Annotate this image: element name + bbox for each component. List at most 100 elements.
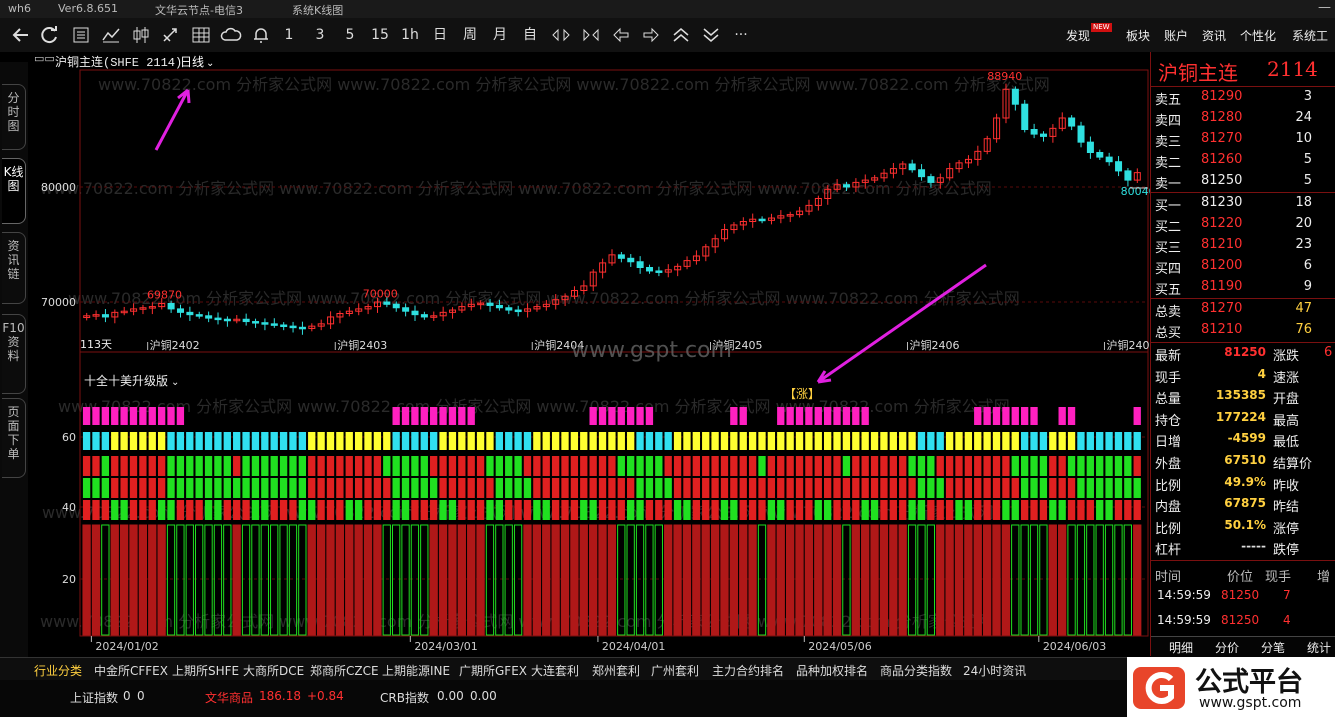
ind-bar-magenta <box>814 407 822 425</box>
nav-discover[interactable]: 发现 <box>1066 27 1090 44</box>
list-icon[interactable] <box>70 25 92 45</box>
ind-bar-mid2 <box>523 478 532 498</box>
category-tab[interactable]: 广期所GFEX <box>459 662 527 679</box>
panel-tab-detail[interactable]: 明细 <box>1169 639 1193 656</box>
ticks-header: 时间 价位 现手 增 <box>1151 564 1335 585</box>
panel-tab-price[interactable]: 分价 <box>1215 639 1239 656</box>
watermark-row: www.70822.com 分析家公式网 www.70822.com 分析家公式… <box>68 289 1020 308</box>
tab-intraday[interactable]: 分时图 <box>2 84 26 150</box>
chevron-up-icon[interactable] <box>670 25 692 45</box>
indicator-chevron-icon[interactable]: ⌄ <box>171 377 179 388</box>
period-custom[interactable]: 自 <box>520 25 540 45</box>
period-5[interactable]: 5 <box>341 25 359 45</box>
ind-bar-mid1 <box>777 456 785 476</box>
back-icon[interactable] <box>10 25 32 45</box>
ind-bar-mid1 <box>964 456 973 476</box>
ind-bar-mid1 <box>983 456 991 476</box>
period-1h[interactable]: 1h <box>399 25 421 45</box>
nav-personal[interactable]: 个性化 <box>1240 27 1276 44</box>
ind-bar-signal <box>739 432 747 450</box>
ind-bar-low <box>523 524 532 636</box>
ind-bar-mid3 <box>1039 500 1048 520</box>
ind-bar-mid3 <box>805 500 813 520</box>
stat-label: 比例 <box>1155 521 1182 537</box>
nav-account[interactable]: 账户 <box>1164 27 1188 44</box>
arrow-right-icon[interactable] <box>640 25 662 45</box>
candle-icon[interactable] <box>130 25 152 45</box>
candle-body <box>758 218 766 222</box>
period-15[interactable]: 15 <box>369 25 391 45</box>
category-tab[interactable]: 商品分类指数 <box>880 662 952 679</box>
draw-tool-icon[interactable] <box>160 25 182 45</box>
kline-chart[interactable]: www.70822.com 分析家公式网 www.70822.com 分析家公式… <box>28 52 1150 656</box>
nav-news[interactable]: 资讯 <box>1202 27 1226 44</box>
period-week[interactable]: 周 <box>460 25 480 45</box>
ind-bar-signal <box>655 432 663 450</box>
category-tab[interactable]: 郑州套利 <box>592 662 640 679</box>
tab-news-chain[interactable]: 资讯链 <box>2 232 26 304</box>
ind-bar-magenta <box>1030 407 1038 425</box>
tab-f10[interactable]: F10资料 <box>2 314 26 394</box>
ind-bar-signal <box>467 432 475 450</box>
compress-icon[interactable] <box>550 25 572 45</box>
category-tab[interactable]: 中金所CFFEX <box>94 662 168 679</box>
stat-value: 67875 <box>1224 496 1266 511</box>
contract-label: 沪铜2403 <box>337 338 387 352</box>
candle-body <box>270 323 278 326</box>
panel-tab-stats[interactable]: 统计 <box>1307 639 1331 656</box>
period-day[interactable]: 日 <box>430 25 450 45</box>
ind-bar-mid3 <box>917 500 926 520</box>
ind-bar-mid1 <box>861 456 869 476</box>
line-chart-icon[interactable] <box>100 25 122 45</box>
stat-row: 外盘 67510 结算价 <box>1151 451 1335 472</box>
ind-bar-mid3 <box>570 500 579 520</box>
expand-icon[interactable] <box>580 25 602 45</box>
stat-label: 持仓 <box>1155 413 1182 429</box>
indicator-name[interactable]: 十全十美升级版 <box>84 373 168 388</box>
category-tab[interactable]: 大商所DCE <box>243 662 304 679</box>
stat-right-value: 6 <box>1324 345 1333 360</box>
period-chevron-icon[interactable]: ⌄ <box>206 58 214 69</box>
ind-bar-mid2 <box>317 478 325 498</box>
category-tab[interactable]: 24小时资讯 <box>963 662 1026 679</box>
refresh-icon[interactable] <box>39 25 61 45</box>
stat-label: 内盘 <box>1155 500 1182 516</box>
ind-bar-mid3 <box>129 500 138 520</box>
ind-bar-mid2 <box>420 478 428 498</box>
chevron-down-icon[interactable] <box>700 25 722 45</box>
ind-bar-mid1 <box>392 456 400 476</box>
period-3[interactable]: 3 <box>311 25 329 45</box>
arrow-left-icon[interactable] <box>610 25 632 45</box>
ask-row-price: 81250 <box>1201 173 1243 188</box>
category-tab[interactable]: 品种加权排名 <box>796 662 868 679</box>
cloud-icon[interactable] <box>220 25 242 45</box>
nav-sector[interactable]: 板块 <box>1126 27 1150 44</box>
ind-bar-low <box>542 524 551 636</box>
category-tab[interactable]: 广州套利 <box>651 662 699 679</box>
period-month[interactable]: 月 <box>490 25 510 45</box>
chart-link-icon: ▭▭ <box>34 52 55 65</box>
minimize-icon[interactable]: — <box>1318 0 1331 15</box>
category-tab[interactable]: 主力合约排名 <box>712 662 784 679</box>
period-1[interactable]: 1 <box>280 25 298 45</box>
ind-bar-low <box>1123 524 1132 636</box>
ind-bar-signal <box>852 432 860 450</box>
tab-kline[interactable]: K线图 <box>2 158 26 224</box>
category-tab[interactable]: 上期所SHFE <box>172 662 239 679</box>
more-button[interactable]: ··· <box>730 25 752 45</box>
bid-row-label: 买四 <box>1155 262 1182 277</box>
nav-system[interactable]: 系统工 <box>1292 27 1328 44</box>
category-tab[interactable]: 上期能源INE <box>382 662 450 679</box>
bell-icon[interactable] <box>250 25 272 45</box>
ind-bar-signal <box>1133 432 1141 450</box>
tab-order[interactable]: 页面下单 <box>2 398 26 478</box>
watermark-row: www.70822.com 分析家公式网 www.70822.com 分析家公式… <box>40 179 992 198</box>
category-tab[interactable]: 郑商所CZCE <box>310 662 379 679</box>
panel-tab-tick[interactable]: 分笔 <box>1261 639 1285 656</box>
grid-icon[interactable] <box>190 25 212 45</box>
category-tab[interactable]: 大连套利 <box>531 662 579 679</box>
category-tab[interactable]: 行业分类 <box>34 662 82 679</box>
period-dropdown[interactable]: 日线 <box>180 55 204 69</box>
ind-bar-low <box>851 524 860 636</box>
ind-bar-mid3 <box>317 500 325 520</box>
